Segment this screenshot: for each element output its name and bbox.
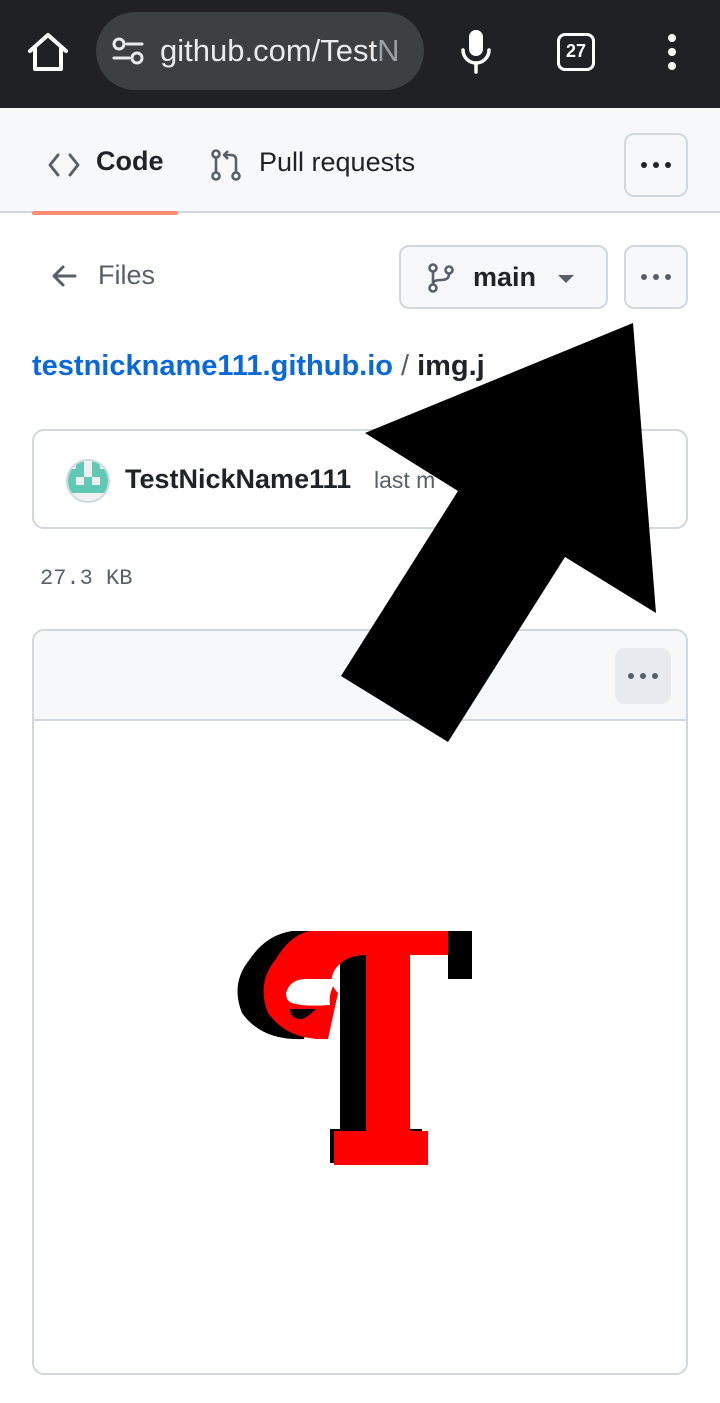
breadcrumb-separator: / <box>401 350 410 382</box>
url-text: github.com/TestN <box>160 12 400 90</box>
file-size: 27.3 KB <box>40 566 133 591</box>
repo-more-button[interactable] <box>624 133 688 197</box>
commit-author[interactable]: TestNickName111 <box>125 464 351 495</box>
breadcrumb-file: img.j <box>417 350 485 382</box>
repo-nav: Code Pull requests <box>0 108 720 215</box>
avatar[interactable] <box>66 459 110 503</box>
pull-request-icon <box>211 149 241 181</box>
commit-meta: last m <box>374 467 436 493</box>
more-horizontal-icon <box>641 274 671 280</box>
more-horizontal-icon <box>628 673 658 679</box>
file-viewer-header <box>34 631 686 721</box>
microphone-icon[interactable] <box>458 28 494 74</box>
tab-pull-requests-label: Pull requests <box>259 147 416 177</box>
branch-name: main <box>473 262 537 292</box>
file-viewer <box>32 629 688 1375</box>
identicon-icon <box>68 461 108 501</box>
tab-code[interactable]: Code <box>32 108 178 215</box>
tab-code-label: Code <box>96 146 164 176</box>
tab-switcher-button[interactable]: 27 <box>557 33 595 71</box>
arrow-left-icon <box>52 265 77 287</box>
file-more-button[interactable] <box>624 245 688 309</box>
active-tab-underline <box>32 211 178 215</box>
branch-selector[interactable]: main <box>399 245 608 309</box>
url-overflow: N <box>377 33 400 68</box>
code-icon <box>48 153 80 177</box>
latest-commit-box: TestNickName111 last m <box>32 429 688 529</box>
site-settings-icon[interactable] <box>112 36 144 66</box>
more-horizontal-icon <box>641 162 671 168</box>
image-preview <box>237 931 472 1165</box>
address-bar[interactable]: github.com/TestN <box>96 12 424 90</box>
files-back-label: Files <box>98 260 156 290</box>
viewer-more-button[interactable] <box>615 648 671 704</box>
browser-toolbar: github.com/TestN 27 <box>0 0 720 108</box>
files-back-link[interactable]: Files <box>40 246 180 306</box>
caret-down-icon <box>558 275 574 283</box>
breadcrumb-repo-link[interactable]: testnickname111.github.io <box>32 350 393 382</box>
url-visible: github.com/Test <box>160 33 378 68</box>
git-branch-icon <box>428 263 454 293</box>
home-icon[interactable] <box>26 30 70 74</box>
browser-menu-icon[interactable] <box>660 32 684 72</box>
breadcrumb: testnickname111.github.io / img.j <box>32 350 692 383</box>
